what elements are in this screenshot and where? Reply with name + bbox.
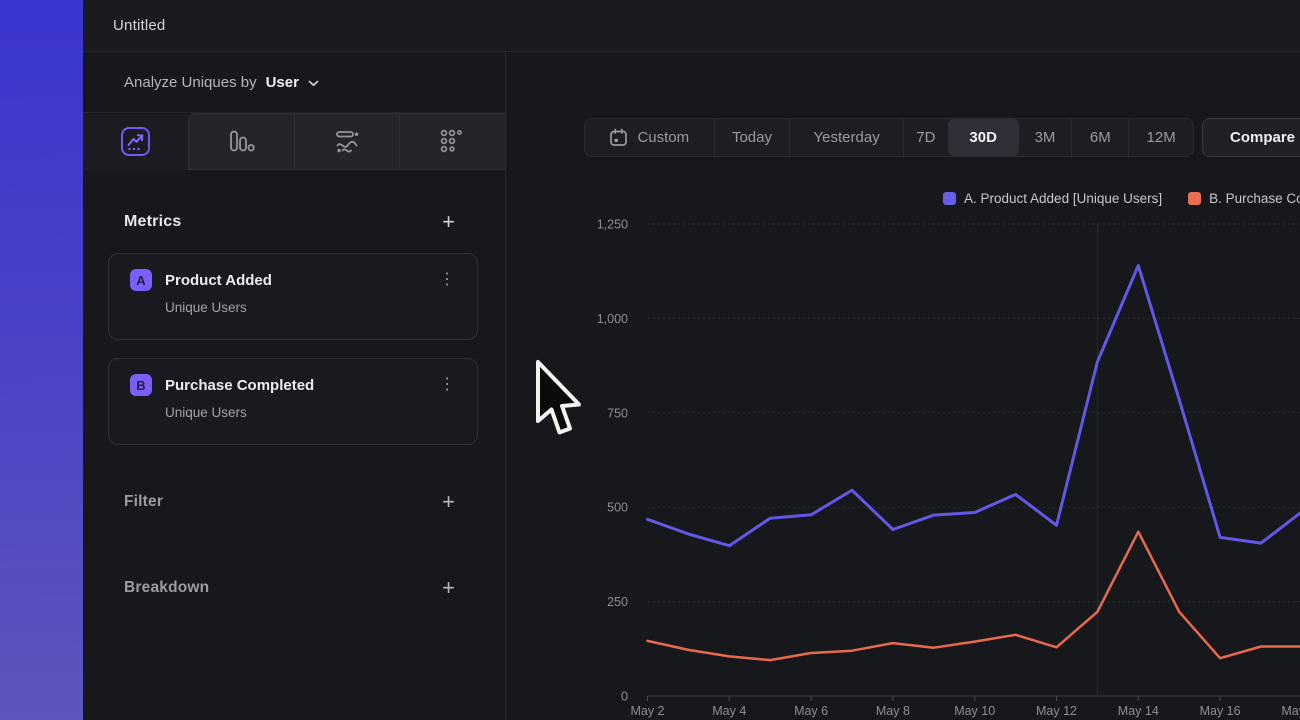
range-today[interactable]: Today xyxy=(714,119,790,156)
tab-bar-chart[interactable] xyxy=(189,114,294,169)
chart-type-tabs xyxy=(83,113,505,170)
legend-swatch-purple xyxy=(943,192,956,205)
breakdown-section-header: Breakdown + xyxy=(83,578,505,598)
tab-flows[interactable] xyxy=(294,114,400,169)
range-12m[interactable]: 12M xyxy=(1128,119,1193,156)
query-builder-sidebar: Analyze Uniques by User xyxy=(83,52,506,720)
legend-item-a[interactable]: A. Product Added [Unique Users] xyxy=(943,191,1162,206)
filter-label: Filter xyxy=(124,493,163,511)
metrics-section-header: Metrics + xyxy=(83,212,505,232)
breakdown-label: Breakdown xyxy=(124,579,209,597)
report-title[interactable]: Untitled xyxy=(113,17,165,34)
svg-text:May 16: May 16 xyxy=(1200,704,1241,718)
analytics-app-window: Untitled Analyze Uniques by User xyxy=(83,0,1300,720)
metric-title[interactable]: Purchase Completed xyxy=(165,377,431,394)
legend-swatch-orange xyxy=(1188,192,1201,205)
kebab-menu-icon[interactable]: ⋮ xyxy=(431,271,463,289)
svg-text:500: 500 xyxy=(607,501,628,515)
add-filter-button[interactable]: + xyxy=(442,492,455,512)
svg-text:May 18: May 18 xyxy=(1281,704,1300,718)
range-3m[interactable]: 3M xyxy=(1019,119,1072,156)
line-chart-icon xyxy=(120,126,151,157)
svg-text:250: 250 xyxy=(607,595,628,609)
chevron-down-icon[interactable] xyxy=(308,80,319,87)
range-yesterday[interactable]: Yesterday xyxy=(789,119,903,156)
flows-icon xyxy=(333,128,361,155)
metric-badge-b: B xyxy=(130,374,152,396)
tab-line-chart[interactable] xyxy=(83,113,188,170)
add-metric-button[interactable]: + xyxy=(442,212,455,232)
svg-text:750: 750 xyxy=(607,406,628,420)
metric-subtitle[interactable]: Unique Users xyxy=(165,405,463,420)
analyze-by-dropdown[interactable]: User xyxy=(266,74,299,91)
metric-subtitle[interactable]: Unique Users xyxy=(165,300,463,315)
svg-text:May 12: May 12 xyxy=(1036,704,1077,718)
svg-text:0: 0 xyxy=(621,690,628,704)
bar-chart-icon xyxy=(228,129,255,154)
range-6m[interactable]: 6M xyxy=(1071,119,1128,156)
analyze-by-row: Analyze Uniques by User xyxy=(83,52,505,113)
metric-title[interactable]: Product Added xyxy=(165,272,431,289)
legend-item-b[interactable]: B. Purchase Completed [Unique Users] xyxy=(1188,191,1300,206)
chart-panel: Custom Today Yesterday 7D 30D 3M 6M 12M … xyxy=(507,52,1300,720)
chart-legend: A. Product Added [Unique Users] B. Purch… xyxy=(943,191,1300,206)
line-chart-canvas[interactable]: 0 250 500 750 1,000 1,250 May 2 May 4 May 6 May 8… xyxy=(507,210,1300,720)
svg-text:May 6: May 6 xyxy=(794,704,828,718)
svg-text:1,250: 1,250 xyxy=(597,218,628,232)
range-7d[interactable]: 7D xyxy=(903,119,948,156)
date-range-selector: Custom Today Yesterday 7D 30D 3M 6M 12M xyxy=(584,118,1194,157)
calendar-icon xyxy=(609,128,628,147)
filter-section-header: Filter + xyxy=(83,492,505,512)
svg-text:May 14: May 14 xyxy=(1118,704,1159,718)
svg-text:1,000: 1,000 xyxy=(597,312,628,326)
kebab-menu-icon[interactable]: ⋮ xyxy=(431,376,463,394)
compare-button[interactable]: Compare xyxy=(1202,118,1300,157)
svg-text:May 4: May 4 xyxy=(712,704,746,718)
svg-text:May 10: May 10 xyxy=(954,704,995,718)
retention-grid-icon xyxy=(439,128,466,155)
tab-retention-grid[interactable] xyxy=(399,114,505,169)
range-30d-selected[interactable]: 30D xyxy=(948,119,1019,156)
metric-card-b[interactable]: B Purchase Completed ⋮ Unique Users xyxy=(108,358,478,445)
analyze-by-label: Analyze Uniques by xyxy=(124,74,257,91)
app-header: Untitled xyxy=(83,0,1300,52)
svg-text:May 8: May 8 xyxy=(876,704,910,718)
desktop-background-strip xyxy=(0,0,83,720)
screen: Untitled Analyze Uniques by User xyxy=(0,0,1300,720)
metric-card-a[interactable]: A Product Added ⋮ Unique Users xyxy=(108,253,478,340)
metrics-label: Metrics xyxy=(124,213,181,231)
range-custom[interactable]: Custom xyxy=(585,119,714,156)
metric-card-list: A Product Added ⋮ Unique Users B Purchas… xyxy=(108,253,478,445)
add-breakdown-button[interactable]: + xyxy=(442,578,455,598)
chart-type-tab-group xyxy=(188,113,506,170)
svg-text:May 2: May 2 xyxy=(630,704,664,718)
metric-badge-a: A xyxy=(130,269,152,291)
